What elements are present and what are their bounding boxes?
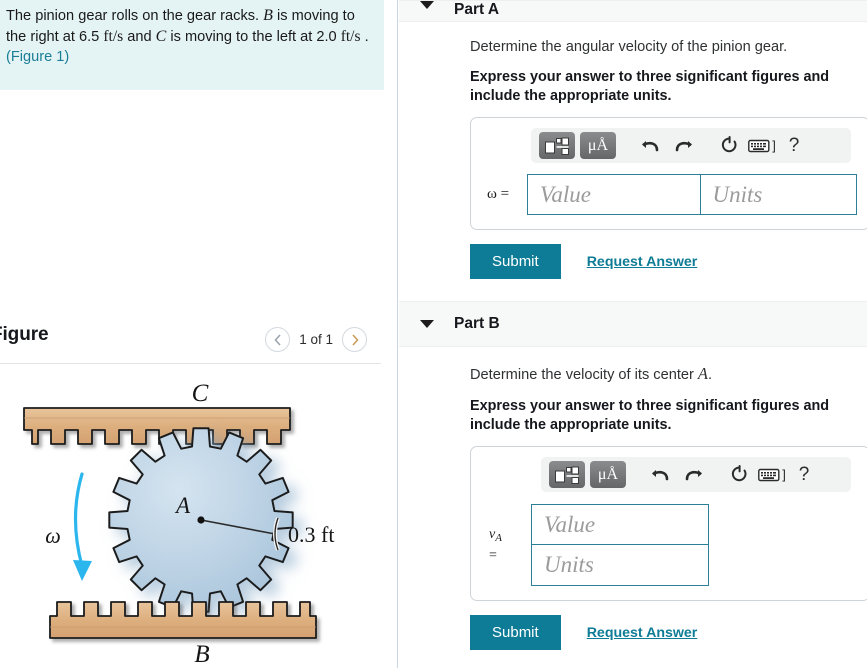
page-root: The pinion gear rolls on the gear racks.… — [0, 0, 867, 668]
problem-unit-2: ft/s — [340, 27, 361, 45]
redo-icon[interactable] — [677, 461, 711, 489]
redo-icon[interactable] — [667, 132, 701, 160]
caret-down-icon — [420, 320, 434, 328]
keyboard-icon[interactable]: ] — [747, 132, 777, 160]
part-a-header[interactable]: Part A — [399, 0, 867, 22]
figure-counter: 1 of 1 — [299, 332, 333, 347]
part-b-prompt-prefix: Determine the velocity of its center — [470, 367, 698, 383]
keyboard-bracket-label: ] — [782, 467, 786, 482]
undo-icon[interactable] — [643, 461, 677, 489]
part-b-equals: = — [489, 548, 497, 563]
part-b-variable-subscript: A — [495, 532, 502, 544]
figure-navigation: 1 of 1 — [265, 327, 367, 352]
part-b-field-stack: vA = Value Units — [483, 504, 857, 586]
part-a-request-answer-link[interactable]: Request Answer — [587, 254, 698, 270]
figure-1-link[interactable]: (Figure 1) — [6, 49, 374, 65]
part-b-value-placeholder: Value — [544, 511, 596, 537]
part-b-units-input[interactable]: Units — [531, 545, 709, 586]
part-a-submit-button[interactable]: Submit — [470, 244, 561, 279]
figure-divider — [0, 363, 381, 364]
chevron-right-icon — [351, 333, 359, 346]
problem-statement-text: The pinion gear rolls on the gear racks.… — [6, 6, 374, 47]
units-button-label: μÅ — [597, 465, 619, 483]
part-a-units-input[interactable]: Units — [700, 174, 857, 215]
math-template-icon[interactable] — [539, 132, 575, 159]
part-a-instruction: Express your answer to three significant… — [470, 69, 830, 104]
part-a-field-row: ω = Value Units — [483, 174, 857, 215]
part-a-answer-box: μÅ] ? ω = Value Units — [470, 117, 867, 230]
part-a-units-placeholder: Units — [712, 181, 763, 207]
part-a-equals: = — [500, 186, 510, 202]
part-a-value-input[interactable]: Value — [526, 174, 701, 215]
units-micro-angstrom-icon[interactable]: μÅ — [580, 132, 616, 159]
rack-c-label: C — [192, 380, 209, 407]
center-point-a — [197, 516, 205, 524]
part-b-value-input[interactable]: Value — [531, 504, 709, 545]
pinion-gear-diagram-svg: C B A 0.3 ft ω — [23, 380, 334, 668]
top-rack — [23, 407, 291, 445]
undo-icon[interactable] — [633, 132, 667, 160]
figure-prev-button[interactable] — [265, 327, 291, 352]
part-b-title: Part B — [454, 315, 500, 332]
part-b-actions: Submit Request Answer — [470, 615, 863, 650]
part-b-prompt-var: A — [697, 364, 709, 383]
part-b-prompt-suffix: . — [708, 367, 713, 383]
omega-arrow-head — [73, 560, 92, 581]
problem-statement-panel: The pinion gear rolls on the gear racks.… — [0, 0, 384, 90]
radius-label: 0.3 ft — [288, 522, 334, 547]
chevron-left-icon — [274, 333, 281, 346]
rack-b-label: B — [194, 641, 209, 668]
part-b-answer-box: μÅ] ? vA = Value Units — [470, 446, 867, 601]
problem-var-b: B — [263, 7, 273, 24]
part-b-request-answer-link[interactable]: Request Answer — [587, 625, 698, 641]
units-micro-angstrom-icon[interactable]: μÅ — [590, 461, 626, 488]
part-b-toolbar: μÅ] ? — [541, 457, 851, 492]
part-a-actions: Submit Request Answer — [470, 244, 863, 279]
figure-diagram[interactable]: C B A 0.3 ft ω — [0, 368, 383, 668]
problem-var-c: C — [155, 27, 167, 45]
part-a-variable-symbol: ω — [487, 186, 497, 202]
part-b-body: Determine the velocity of its center A. … — [399, 364, 867, 650]
right-panel: Part A Determine the angular velocity of… — [399, 0, 867, 668]
problem-unit-1: ft/s — [103, 27, 124, 45]
keyboard-bracket-label: ] — [772, 138, 776, 153]
figure-next-button[interactable] — [342, 327, 367, 352]
part-b-instruction: Express your answer to three significant… — [470, 398, 830, 433]
part-a-body: Determine the angular velocity of the pi… — [399, 39, 867, 279]
math-template-icon[interactable] — [549, 461, 585, 488]
part-a-prompt: Determine the angular velocity of the pi… — [470, 39, 788, 55]
part-b-submit-button[interactable]: Submit — [470, 615, 561, 650]
part-a-variable-label: ω = — [483, 186, 527, 203]
part-b-units-placeholder: Units — [544, 552, 594, 577]
part-b-inputs: Value Units — [531, 504, 709, 586]
bottom-rack — [49, 601, 317, 639]
part-a-title: Part A — [454, 1, 500, 18]
problem-text-part-4: is moving to the left at 2.0 — [166, 28, 341, 45]
omega-arrow-path — [73, 472, 84, 568]
part-b-prompt: Determine the velocity of its center A. — [470, 364, 863, 384]
problem-text-part-1: The pinion gear rolls on the gear racks. — [6, 8, 264, 24]
help-label: ? — [788, 134, 800, 156]
figure-header: Figure 1 of 1 — [0, 324, 383, 364]
caret-down-icon — [420, 1, 434, 9]
help-icon[interactable]: ? — [787, 461, 821, 489]
problem-text-part-5: . — [360, 28, 369, 45]
left-panel: The pinion gear rolls on the gear racks.… — [0, 0, 398, 668]
omega-label: ω — [45, 523, 61, 548]
help-label: ? — [798, 463, 810, 485]
reset-icon[interactable] — [713, 132, 747, 160]
units-button-label: μÅ — [587, 136, 609, 154]
part-a-value-placeholder: Value — [539, 181, 592, 207]
part-a-toolbar: μÅ] ? — [531, 128, 851, 163]
center-a-label: A — [174, 493, 191, 518]
part-b-header[interactable]: Part B — [399, 301, 867, 347]
figure-panel-title: Figure — [0, 324, 49, 345]
help-icon[interactable]: ? — [777, 132, 811, 160]
problem-text-part-3: and — [123, 28, 156, 45]
keyboard-icon[interactable]: ] — [757, 461, 787, 489]
reset-icon[interactable] — [723, 461, 757, 489]
part-b-variable-label: vA = — [483, 526, 531, 564]
